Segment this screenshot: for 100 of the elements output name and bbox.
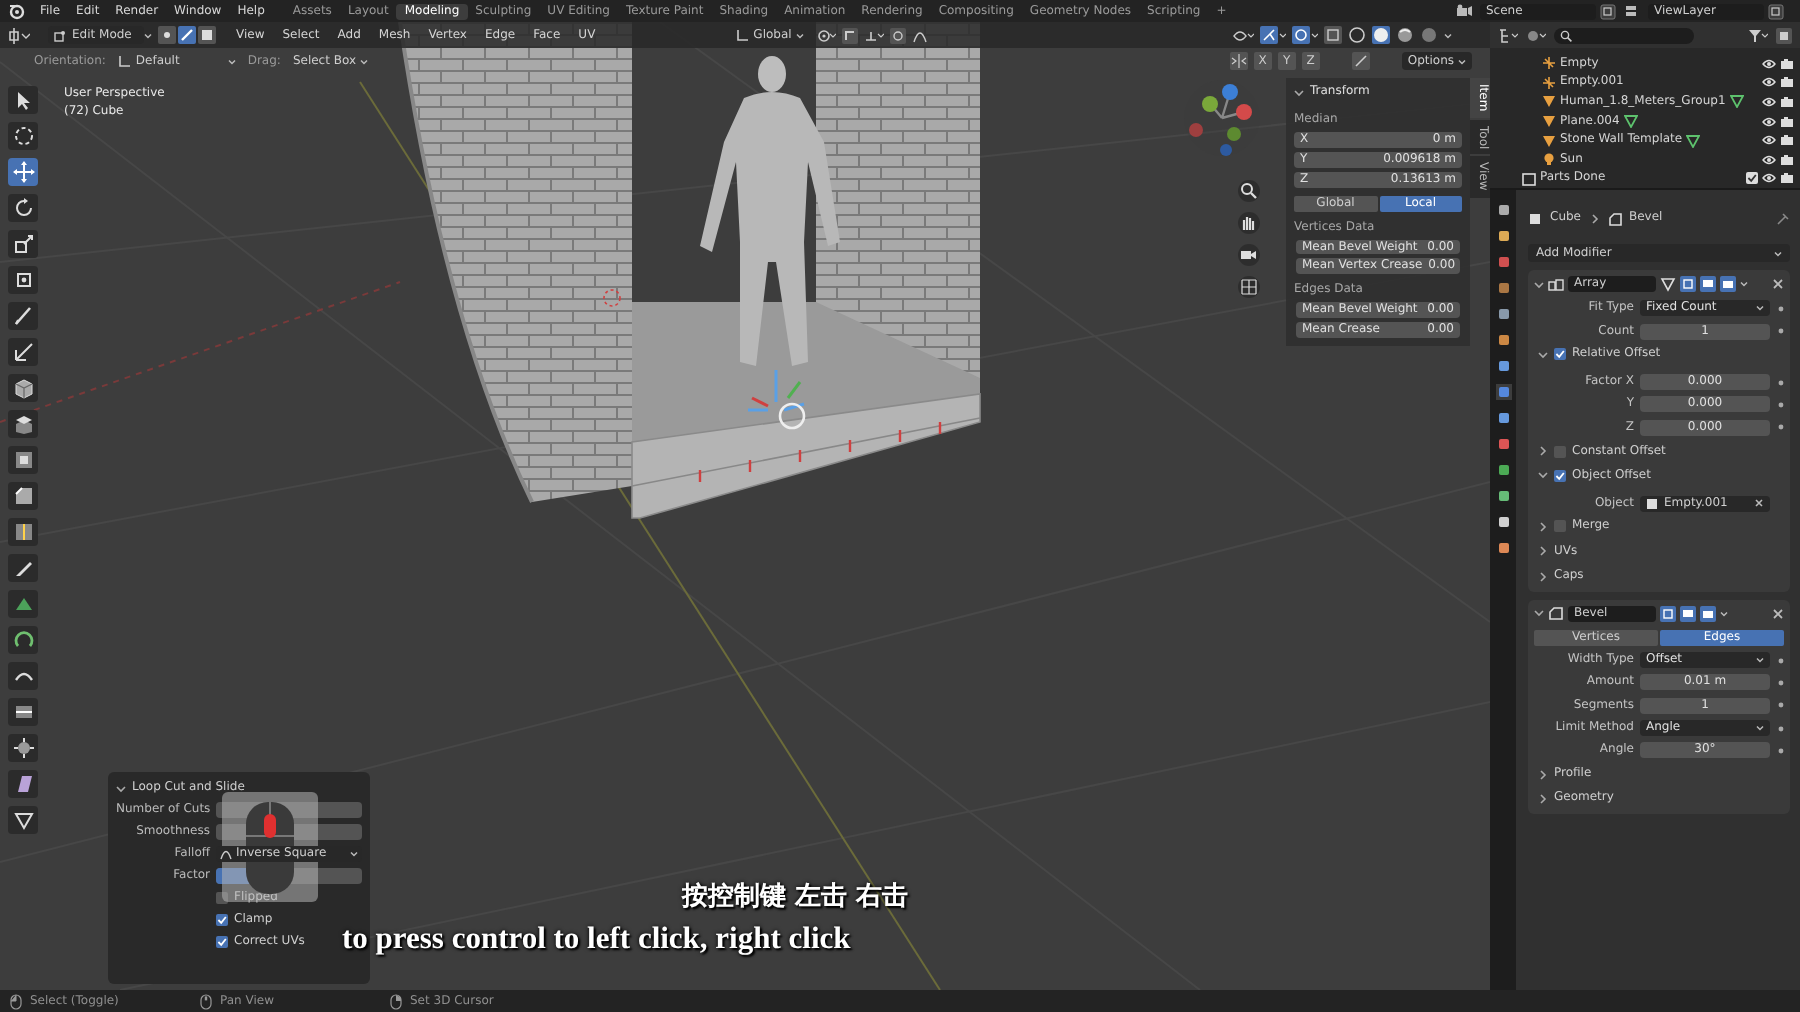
xray-icon[interactable]: [1324, 26, 1342, 44]
eye-icon[interactable]: [1762, 57, 1776, 70]
chevron-icon: [1589, 213, 1599, 223]
keyframe-dot-icon[interactable]: [1777, 305, 1783, 312]
checkbox[interactable]: [1554, 445, 1566, 458]
tool-button[interactable]: [8, 266, 38, 294]
keyframe-dot-icon[interactable]: [1777, 328, 1783, 335]
pin-icon[interactable]: [1776, 211, 1790, 225]
editor-type-icon[interactable]: [8, 27, 30, 43]
overlay-toggle-icon[interactable]: [1292, 26, 1318, 44]
tool-button[interactable]: [8, 662, 38, 690]
tool-button[interactable]: [8, 554, 38, 582]
checkbox[interactable]: [1554, 348, 1566, 361]
include-checkbox-icon[interactable]: [1746, 172, 1758, 185]
eye-icon[interactable]: [1762, 76, 1776, 89]
falloff-icon[interactable]: [911, 27, 928, 43]
eye-icon[interactable]: [1762, 95, 1776, 108]
search-field[interactable]: [1554, 27, 1694, 43]
eye-icon[interactable]: [1762, 115, 1776, 128]
bevel-icon: [11, 484, 35, 508]
tool-button[interactable]: [8, 734, 38, 762]
gizmo-toggle-icon[interactable]: [1260, 26, 1286, 44]
checkbox[interactable]: [1554, 520, 1566, 533]
keyframe-dot-icon[interactable]: [1777, 424, 1783, 431]
checkbox[interactable]: [216, 892, 228, 904]
snap-target-icon[interactable]: [863, 27, 884, 43]
eye-icon[interactable]: [1762, 134, 1776, 147]
camera-icon[interactable]: [1780, 172, 1794, 185]
tool-button[interactable]: [8, 518, 38, 546]
tool-button[interactable]: [8, 230, 38, 258]
camera-icon[interactable]: [1780, 57, 1794, 70]
new-collection-icon[interactable]: [1776, 27, 1792, 43]
view-nav-button[interactable]: [1237, 244, 1259, 266]
keyframe-dot-icon[interactable]: [1777, 679, 1783, 686]
outliner-type-icon[interactable]: [1498, 27, 1518, 43]
keyframe-dot-icon[interactable]: [1777, 702, 1783, 709]
keyframe-dot-icon[interactable]: [1777, 725, 1783, 732]
display-mode-icon[interactable]: [1526, 27, 1546, 43]
tool-button[interactable]: [8, 410, 38, 438]
axes-icon: [735, 28, 750, 42]
camera-icon[interactable]: [1780, 115, 1794, 128]
tool-button[interactable]: [8, 374, 38, 402]
caret-icon: [1740, 280, 1748, 288]
view-nav-button[interactable]: [1237, 180, 1259, 202]
tool-button[interactable]: [8, 626, 38, 654]
subtitle-english: to press control to left click, right click: [342, 924, 851, 955]
tool-button[interactable]: [8, 770, 38, 798]
measure-icon: [11, 340, 35, 364]
tool-button[interactable]: [8, 302, 38, 330]
tool-button[interactable]: [8, 86, 38, 114]
shading-sphere-icon[interactable]: [1348, 26, 1366, 44]
mesh-object-icon: [1528, 211, 1542, 225]
select-mode-button[interactable]: [158, 26, 176, 44]
mirror-icon[interactable]: [1229, 52, 1248, 70]
copy-icon[interactable]: [1600, 3, 1616, 19]
shading-sphere-icon[interactable]: [1396, 26, 1414, 44]
select-mode-button[interactable]: [198, 26, 216, 44]
eye-icon[interactable]: [1762, 153, 1776, 166]
tool-button[interactable]: [8, 806, 38, 834]
pivot-icon[interactable]: [815, 27, 836, 43]
eye-icon[interactable]: [1762, 172, 1776, 185]
keyframe-dot-icon[interactable]: [1777, 401, 1783, 408]
camera-icon[interactable]: [1780, 153, 1794, 166]
camera-icon[interactable]: [1780, 134, 1794, 147]
camera-icon[interactable]: [1720, 276, 1736, 292]
tool-button[interactable]: [8, 446, 38, 474]
keyframe-dot-icon[interactable]: [1777, 657, 1783, 664]
tool-button[interactable]: [8, 194, 38, 222]
tool-button[interactable]: [8, 122, 38, 150]
edit-mode-toggle-icon[interactable]: [1660, 605, 1676, 622]
view-nav-button[interactable]: [1237, 212, 1259, 234]
close-icon[interactable]: [1772, 607, 1784, 620]
clear-icon[interactable]: [1754, 498, 1764, 509]
tool-button[interactable]: [8, 482, 38, 510]
tool-button[interactable]: [8, 698, 38, 726]
on-cage-icon[interactable]: [1660, 276, 1676, 292]
camera-icon[interactable]: [1700, 605, 1716, 622]
keyframe-dot-icon[interactable]: [1777, 379, 1783, 386]
checkbox[interactable]: [216, 936, 228, 948]
visibility-icon[interactable]: [1232, 27, 1254, 43]
close-icon[interactable]: [1772, 278, 1784, 290]
proportional-edit-icon[interactable]: [889, 27, 906, 43]
mouse-button-icon: [10, 993, 22, 1009]
camera-icon[interactable]: [1780, 95, 1794, 108]
edit-mode-toggle-icon[interactable]: [1680, 276, 1696, 292]
layers-icon[interactable]: [1624, 4, 1640, 18]
view-nav-button[interactable]: [1237, 276, 1259, 298]
logo-icon[interactable]: [8, 2, 26, 20]
filter-icon[interactable]: [1748, 27, 1768, 43]
monitor-icon[interactable]: [1700, 276, 1716, 292]
checkbox[interactable]: [1554, 469, 1566, 482]
copy-icon[interactable]: [1768, 3, 1784, 19]
select-mode-button[interactable]: [178, 26, 196, 44]
snap-icon[interactable]: [841, 27, 858, 43]
camera-icon[interactable]: [1780, 76, 1794, 89]
auto-merge-icon[interactable]: [1351, 52, 1370, 70]
tool-button[interactable]: [8, 338, 38, 366]
checkbox[interactable]: [216, 914, 228, 926]
keyframe-dot-icon[interactable]: [1777, 747, 1783, 754]
monitor-icon[interactable]: [1680, 605, 1696, 622]
